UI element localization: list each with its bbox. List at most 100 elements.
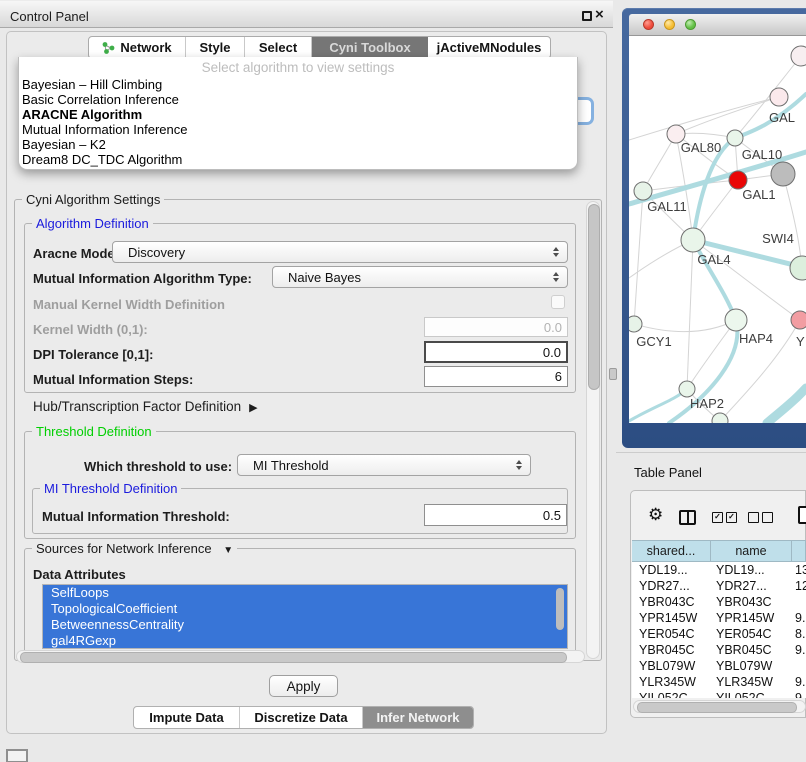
network-node[interactable] (790, 256, 806, 280)
column-header-extra[interactable] (792, 541, 806, 561)
table-cell: YBR043C (710, 594, 790, 610)
tab-cyni-toolbox-label: Cyni Toolbox (329, 40, 410, 55)
which-threshold-combo[interactable]: MI Threshold (237, 454, 531, 476)
table-cell: YDL19... (632, 562, 710, 578)
tab-select-label: Select (259, 40, 297, 55)
tab-discretize-data-label: Discretize Data (254, 710, 347, 725)
select-all-columns-icon[interactable]: ✓ ✓ (712, 512, 737, 523)
table-cell: YBL079W (632, 658, 710, 674)
dropdown-item[interactable]: Dream8 DC_TDC Algorithm (19, 152, 577, 167)
dpi-tolerance-field[interactable] (424, 341, 568, 363)
which-threshold-value: MI Threshold (253, 458, 329, 473)
network-window-titlebar (629, 14, 806, 36)
mi-steps-field[interactable] (424, 366, 568, 387)
column-header-name[interactable]: name (711, 541, 792, 561)
table-row[interactable]: YBR045CYBR045C9. (632, 642, 806, 658)
dropdown-item[interactable]: Basic Correlation Inference (19, 92, 577, 107)
tab-infer-network[interactable]: Infer Network (363, 707, 473, 728)
apply-button[interactable]: Apply (269, 675, 338, 697)
settings-hscrollbar-thumb[interactable] (20, 652, 567, 663)
control-panel-titlebar: Control Panel × (0, 0, 613, 28)
algorithm-dropdown-popup: Select algorithm to view settings Bayesi… (18, 57, 578, 170)
settings-scrollbar-thumb[interactable] (588, 204, 600, 390)
network-node[interactable] (679, 381, 695, 397)
attribute-list-item[interactable]: TopologicalCoefficient (43, 601, 567, 617)
hub-definition-expander[interactable]: Hub/Transcription Factor Definition▶ (33, 399, 258, 414)
attribute-list-item[interactable]: BetweennessCentrality (43, 617, 567, 633)
network-node[interactable] (634, 182, 652, 200)
table-row[interactable]: YLR345WYLR345W9. (632, 674, 806, 690)
mi-threshold-field[interactable] (424, 504, 567, 526)
tab-jactivemnodules[interactable]: jActiveMNodules (428, 37, 550, 58)
table-cell: YPR145W (710, 610, 790, 626)
network-node[interactable] (681, 228, 705, 252)
close-icon[interactable]: × (595, 6, 604, 23)
gear-icon[interactable]: ⚙ (648, 505, 663, 525)
attributes-scrollbar-thumb[interactable] (556, 588, 564, 630)
table-row[interactable]: YER054CYER054C8. (632, 626, 806, 642)
columns-icon[interactable] (679, 510, 696, 525)
column-header-shared-name[interactable]: shared... (632, 541, 711, 561)
table-cell: 9. (790, 610, 806, 626)
sources-expander[interactable]: Sources for Network Inference ▼ (32, 541, 237, 556)
dropdown-item[interactable]: Bayesian – K2 (19, 137, 577, 152)
settings-scrollbar[interactable] (586, 201, 600, 659)
dropdown-item[interactable]: Bayesian – Hill Climbing (19, 77, 577, 92)
mi-threshold-group-title: MI Threshold Definition (40, 481, 181, 496)
network-edge (634, 320, 736, 332)
settings-hscrollbar[interactable] (16, 650, 585, 663)
minimized-panel-icon[interactable] (6, 749, 28, 762)
table-row[interactable]: YBL079WYBL079W (632, 658, 806, 674)
table-cell: YDR27... (632, 578, 710, 594)
network-node[interactable] (629, 316, 642, 332)
aracne-mode-combo[interactable]: Discovery (112, 241, 568, 263)
table-panel-title: Table Panel (634, 465, 702, 480)
network-node[interactable] (770, 88, 788, 106)
table-cell: YIL052C (710, 690, 790, 698)
bottom-tabbar: Impute Data Discretize Data Infer Networ… (133, 706, 474, 729)
data-attributes-list: SelfLoopsTopologicalCoefficientBetweenne… (42, 584, 568, 649)
network-node[interactable] (791, 46, 806, 66)
table-row[interactable]: YDL19...YDL19...13 (632, 562, 806, 578)
network-edge (634, 191, 643, 324)
tab-network-label: Network (120, 40, 171, 55)
network-node[interactable] (727, 130, 743, 146)
table-row[interactable]: YIL052CYIL052C9 (632, 690, 806, 698)
deselect-all-columns-icon[interactable] (748, 512, 773, 523)
minimize-traffic-light[interactable] (664, 19, 675, 30)
tab-cyni-toolbox[interactable]: Cyni Toolbox (312, 37, 428, 58)
attribute-list-item[interactable]: gal4RGexp (43, 633, 567, 649)
network-node[interactable] (791, 311, 806, 329)
close-traffic-light[interactable] (643, 19, 654, 30)
network-node[interactable] (771, 162, 795, 186)
dropdown-item[interactable]: Mutual Information Inference (19, 122, 577, 137)
attribute-list-item[interactable]: SelfLoops (43, 585, 567, 601)
mi-type-value: Naive Bayes (288, 270, 361, 285)
table-row[interactable]: YPR145WYPR145W9. (632, 610, 806, 626)
mi-type-combo[interactable]: Naive Bayes (272, 266, 568, 288)
table-hscrollbar[interactable] (633, 700, 806, 713)
tab-select[interactable]: Select (245, 37, 312, 58)
sources-title: Sources for Network Inference (36, 541, 212, 556)
threshold-definition-title: Threshold Definition (32, 424, 156, 439)
float-window-icon[interactable] (582, 11, 592, 21)
zoom-traffic-light[interactable] (685, 19, 696, 30)
export-table-icon[interactable] (798, 506, 806, 524)
aracne-mode-value: Discovery (128, 245, 185, 260)
tab-network[interactable]: Network (89, 37, 186, 58)
table-cell: YBR043C (632, 594, 710, 610)
table-row[interactable]: YBR043CYBR043C (632, 594, 806, 610)
table-hscrollbar-thumb[interactable] (637, 702, 797, 713)
tab-impute-data[interactable]: Impute Data (134, 707, 240, 728)
tab-style[interactable]: Style (186, 37, 245, 58)
network-node-label: GAL1 (742, 187, 775, 202)
network-node[interactable] (725, 309, 747, 331)
network-node-label: GAL4 (697, 252, 730, 267)
network-canvas[interactable]: GALGAL80GAL10GAL1GAL11GAL4SWI4GCY1HAP4YH… (629, 36, 806, 423)
panel-splitter-grip[interactable] (609, 368, 617, 380)
network-edge (687, 240, 693, 389)
table-row[interactable]: YDR27...YDR27...12 (632, 578, 806, 594)
tab-discretize-data[interactable]: Discretize Data (240, 707, 363, 728)
dropdown-item[interactable]: ARACNE Algorithm (19, 107, 577, 122)
hub-definition-label: Hub/Transcription Factor Definition (33, 399, 241, 414)
